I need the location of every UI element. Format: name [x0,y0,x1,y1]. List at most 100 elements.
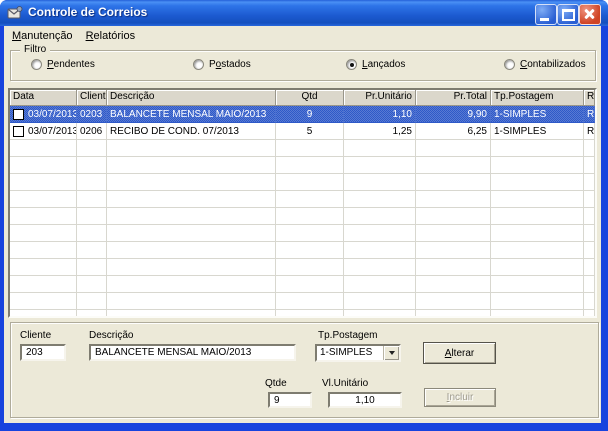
cell-text: 9 [307,109,313,120]
radio-icon [31,59,42,70]
grid-cell [491,276,584,293]
grid-column-header-tppostagem[interactable]: Tp.Postagem [491,90,584,106]
grid-cell [107,276,276,293]
grid-row[interactable] [10,140,595,157]
grid-column-header-r[interactable]: R [584,90,595,106]
minimize-button[interactable] [535,4,557,25]
grid-cell [276,293,344,310]
filter-radio-pendentes[interactable]: Pendentes [31,59,95,70]
grid-row[interactable] [10,310,595,318]
grid-row[interactable]: 03/07/20130203BALANCETE MENSAL MAIO/2013… [10,106,595,123]
descricao-field[interactable] [89,344,296,361]
close-button[interactable] [579,4,601,25]
grid-column-header-prunitario[interactable]: Pr.Unitário [344,90,416,106]
grid-cell: 1-SIMPLES [491,106,584,123]
grid-row[interactable] [10,259,595,276]
grid-cell: 5 [276,123,344,140]
grid-header-row: DataClienteDescriçãoQtdPr.UnitárioPr.Tot… [10,90,595,106]
grid-cell [416,310,491,318]
grid-cell [416,293,491,310]
radio-label: Pendentes [47,59,95,70]
cell-text: 1,25 [393,126,412,137]
radio-label: Contabilizados [520,59,586,70]
app-icon [7,5,23,21]
vl-unitario-label: Vl.Unitário [322,378,368,389]
vl-unitario-field[interactable] [328,392,402,408]
grid-row[interactable]: 03/07/20130206RECIBO DE COND. 07/2013 5 1,… [10,123,595,140]
grid-cell [344,174,416,191]
grid-cell [584,208,595,225]
qtde-field[interactable] [268,392,312,408]
cell-text: RECIBO DE COND. 07/2013 [110,126,239,137]
grid-cell [584,242,595,259]
filter-radio-postados[interactable]: Postados [193,59,251,70]
grid-row[interactable] [10,225,595,242]
cliente-field[interactable] [20,344,66,361]
grid-cell [344,140,416,157]
filter-radio-contabilizados[interactable]: Contabilizados [504,59,586,70]
grid-cell [491,191,584,208]
grid-cell [491,225,584,242]
grid-row[interactable] [10,208,595,225]
grid-cell [416,259,491,276]
grid-row[interactable] [10,174,595,191]
grid-cell [416,208,491,225]
grid-cell [10,208,77,225]
window-title: Controle de Correios [28,5,147,19]
row-checkbox[interactable] [13,126,24,137]
grid-cell [344,259,416,276]
grid-cell [107,191,276,208]
grid-cell [77,140,107,157]
grid-column-header-prtotal[interactable]: Pr.Total [416,90,491,106]
grid-cell [276,191,344,208]
grid-cell [276,259,344,276]
grid-cell: 0203 [77,106,107,123]
grid-cell: 1,25 [344,123,416,140]
grid-cell [10,157,77,174]
grid-body: 03/07/20130203BALANCETE MENSAL MAIO/2013… [10,106,595,318]
dropdown-button[interactable] [383,346,399,360]
grid-cell [344,310,416,318]
grid-column-header-qtd[interactable]: Qtd [276,90,344,106]
grid-cell: 0206 [77,123,107,140]
grid-cell: 9 [276,106,344,123]
menu-item-relatorios[interactable]: Relatórios [80,28,143,44]
cell-text: R [587,109,594,120]
grid-row[interactable] [10,276,595,293]
grid-cell: 9,90 [416,106,491,123]
grid-row[interactable] [10,191,595,208]
grid-cell [276,140,344,157]
incluir-button[interactable]: Incluir [424,388,496,407]
grid-cell: 03/07/2013 [10,123,77,140]
menu-item-manutencao[interactable]: Manutenção [6,28,80,44]
grid-cell [10,140,77,157]
grid-cell [491,157,584,174]
grid-cell [416,242,491,259]
title-bar: Controle de Correios [0,0,608,26]
grid-cell [107,259,276,276]
grid-row[interactable] [10,242,595,259]
grid-column-header-descricao[interactable]: Descrição [107,90,276,106]
grid-cell [10,242,77,259]
grid-cell [584,259,595,276]
grid-column-header-cliente[interactable]: Cliente [77,90,107,106]
grid-cell: 1,10 [344,106,416,123]
filter-radio-lancados[interactable]: Lançados [346,59,405,70]
grid-cell: BALANCETE MENSAL MAIO/2013 [107,106,276,123]
grid-row[interactable] [10,293,595,310]
row-checkbox[interactable] [13,109,24,120]
grid-column-header-data[interactable]: Data [10,90,77,106]
grid-cell [10,174,77,191]
grid-cell [344,293,416,310]
grid-row[interactable] [10,157,595,174]
cell-text: R [587,126,594,137]
client-area: ManutençãoRelatórios Filtro PendentesPos… [4,26,601,423]
tp-postagem-dropdown[interactable]: 1-SIMPLES [315,344,401,362]
alterar-button[interactable]: Alterar [423,342,496,364]
grid-cell [584,157,595,174]
grid-cell [77,276,107,293]
grid-cell [276,174,344,191]
cell-text: 1,10 [393,109,412,120]
maximize-button[interactable] [557,4,579,25]
grid-cell [344,242,416,259]
